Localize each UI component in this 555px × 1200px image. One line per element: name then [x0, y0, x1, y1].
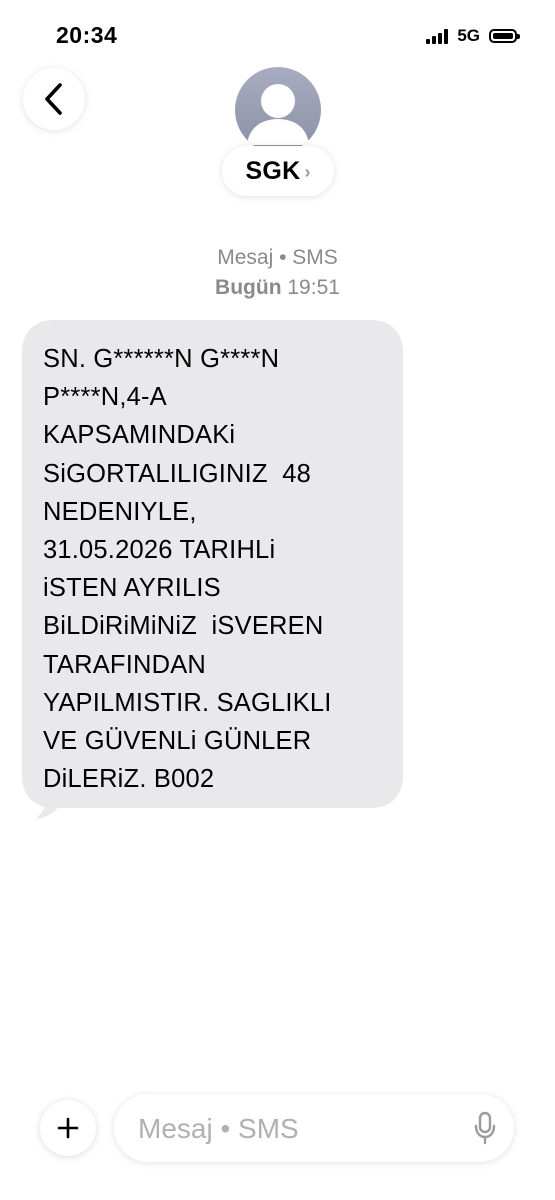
message-line: KAPSAMINDAKi	[43, 421, 236, 450]
person-icon	[247, 84, 309, 145]
chevron-right-icon: ›	[304, 161, 311, 182]
contact-name: SGK	[245, 156, 301, 185]
received-message-bubble[interactable]: SN. G******N G****N P****N,4-A KAPSAMIND…	[22, 320, 403, 808]
status-time: 20:34	[56, 22, 118, 48]
bubble-tail	[36, 793, 60, 819]
message-input[interactable]	[136, 1094, 460, 1164]
message-meta: Mesaj • SMS Bugün 19:51	[0, 243, 555, 303]
back-button[interactable]	[23, 68, 85, 130]
contact-name-button[interactable]: SGK ›	[222, 146, 334, 196]
message-line: BiLDiRiMiNiZ iSVEREN	[43, 612, 324, 641]
contact-avatar[interactable]	[235, 67, 321, 153]
timestamp: Bugün 19:51	[0, 273, 555, 303]
plus-icon	[57, 1117, 79, 1139]
network-type: 5G	[457, 26, 480, 45]
message-input-field[interactable]	[114, 1094, 514, 1164]
message-line: YAPILMISTIR. SAGLIKLI	[43, 688, 332, 717]
message-line: SiGORTALILIGINIZ 48	[43, 459, 312, 488]
status-indicators: 5G	[426, 26, 520, 46]
chevron-left-icon	[45, 83, 62, 115]
message-line: 31.05.2026 TARIHLi	[43, 536, 276, 565]
message-line: TARAFINDAN	[43, 650, 207, 679]
message-line: VE GÜVENLi GÜNLER	[43, 727, 312, 756]
message-line: iSTEN AYRILIS	[43, 574, 221, 603]
day-label: Bugün	[215, 276, 282, 299]
time-label: 19:51	[287, 276, 340, 299]
battery-icon	[489, 29, 520, 43]
message-line: DiLERiZ. B002	[43, 765, 215, 794]
service-label: Mesaj • SMS	[217, 246, 338, 269]
battery-level	[493, 33, 513, 39]
add-attachment-button[interactable]	[40, 1100, 96, 1156]
cellular-signal-icon	[426, 28, 449, 44]
message-line: NEDENIYLE,	[43, 497, 197, 526]
status-bar: 20:34 5G	[0, 0, 555, 70]
message-line: SN. G******N G****N	[43, 345, 280, 373]
microphone-icon[interactable]	[472, 1111, 498, 1145]
message-composer	[0, 1090, 555, 1166]
message-line: P****N,4-A	[43, 383, 167, 412]
